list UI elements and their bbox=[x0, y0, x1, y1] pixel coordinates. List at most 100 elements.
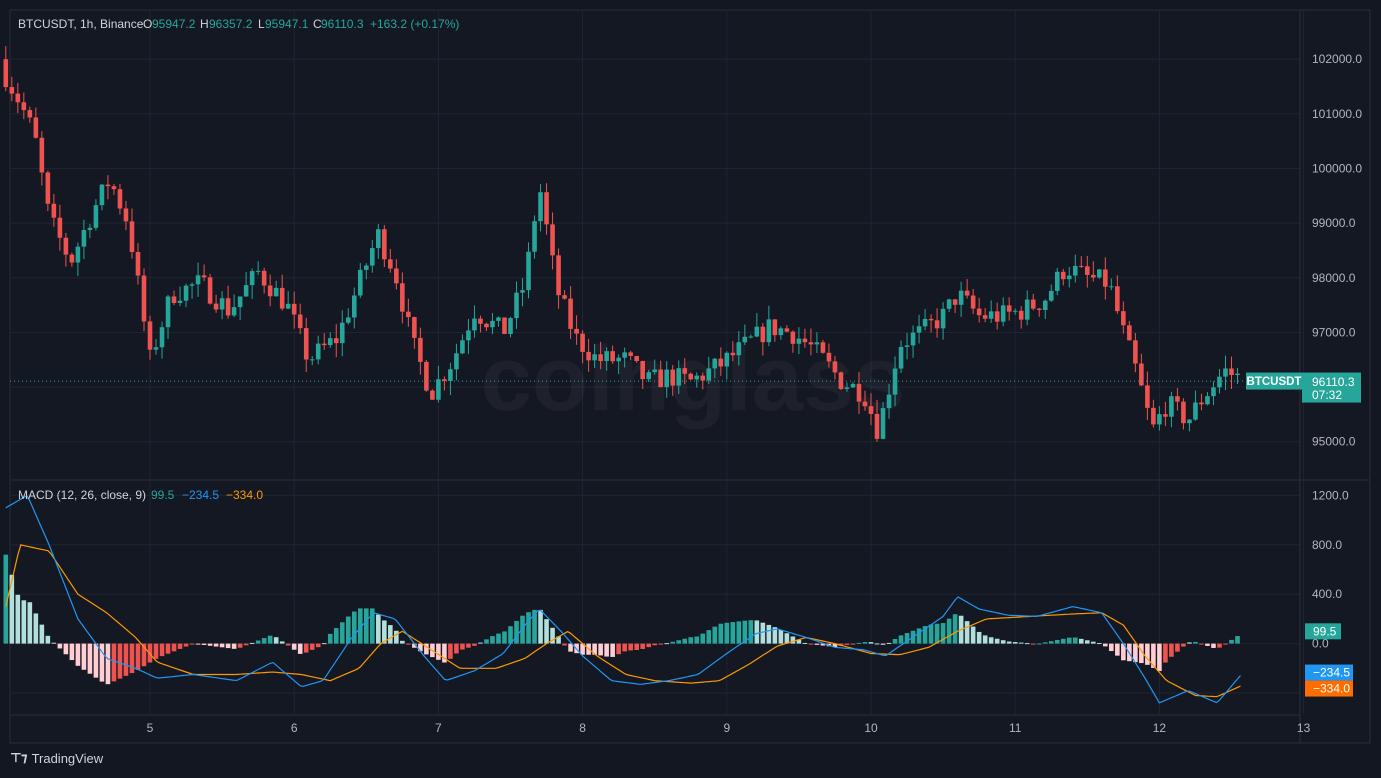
candle-body bbox=[724, 352, 730, 367]
macd-hist-bar bbox=[784, 633, 790, 644]
macd-hist-bar bbox=[934, 623, 940, 644]
macd-hist-bar bbox=[21, 600, 27, 644]
macd-hist-bar bbox=[1169, 643, 1174, 657]
macd-hist-bar bbox=[670, 641, 676, 644]
price-tick-label: 99000.0 bbox=[1312, 216, 1356, 230]
candle-body bbox=[466, 330, 471, 341]
candle-body bbox=[1223, 368, 1228, 377]
candle-body bbox=[1109, 286, 1114, 288]
candle-body bbox=[910, 332, 916, 346]
macd-hist-bar bbox=[694, 636, 700, 644]
candle-body bbox=[1018, 310, 1024, 320]
candle-body bbox=[1205, 396, 1210, 405]
candle-body bbox=[27, 110, 33, 118]
macd-hist-bar bbox=[1235, 636, 1240, 644]
candle-body bbox=[598, 354, 603, 362]
candle-body bbox=[1012, 310, 1018, 312]
candle-body bbox=[51, 203, 57, 218]
macd-signal-value: −334.0 bbox=[226, 488, 263, 502]
macd-hist-bar bbox=[63, 643, 69, 655]
macd-hist-bar bbox=[1036, 643, 1042, 645]
candle-body bbox=[580, 333, 585, 352]
macd-hist-bar bbox=[964, 621, 970, 644]
time-tick-label: 5 bbox=[147, 721, 154, 735]
macd-title[interactable]: MACD (12, 26, close, 9) bbox=[18, 488, 146, 502]
candle-body bbox=[454, 353, 459, 370]
candle-body bbox=[1217, 376, 1222, 388]
macd-hist-bar bbox=[243, 643, 249, 646]
macd-hist-bar bbox=[1078, 638, 1084, 644]
macd-hist-bar bbox=[1066, 637, 1072, 644]
candle-body bbox=[586, 351, 591, 361]
candle-body bbox=[472, 318, 477, 331]
candle-body bbox=[418, 337, 423, 362]
candle-body bbox=[394, 268, 399, 284]
macd-hist-bar bbox=[1048, 641, 1054, 644]
macd-hist-bar bbox=[514, 620, 519, 644]
candle-body bbox=[1187, 419, 1192, 424]
macd-hist-bar bbox=[766, 624, 772, 644]
candle-body bbox=[1085, 266, 1090, 275]
candle-body bbox=[970, 295, 976, 309]
candle-body bbox=[982, 315, 988, 319]
candle-body bbox=[1000, 305, 1006, 322]
low-value: 95947.1 bbox=[265, 17, 309, 31]
macd-hist-bar bbox=[75, 643, 81, 666]
macd-hist-bar bbox=[207, 643, 213, 646]
candle-body bbox=[844, 387, 850, 389]
macd-hist-bar bbox=[1006, 641, 1012, 644]
macd-hist-bar bbox=[646, 643, 651, 648]
macd-hist-bar bbox=[598, 643, 603, 656]
macd-hist-bar bbox=[195, 643, 201, 645]
candle-body bbox=[976, 308, 982, 316]
macd-hist-bar bbox=[285, 643, 291, 646]
tradingview-footer[interactable]: ⊤⁊ TradingView bbox=[10, 750, 103, 766]
time-tick-label: 7 bbox=[435, 721, 442, 735]
macd-hist-bar bbox=[51, 642, 57, 644]
candle-body bbox=[526, 251, 531, 291]
macd-hist-bar bbox=[808, 643, 814, 645]
macd-hist-bar bbox=[111, 643, 117, 682]
candle-body bbox=[297, 314, 303, 329]
macd-hist-bar bbox=[1072, 637, 1078, 644]
macd-legend[interactable]: MACD (12, 26, close, 9) 99.5 −234.5 −334… bbox=[18, 488, 263, 502]
macd-hist-bar bbox=[892, 638, 898, 644]
candle-body bbox=[484, 323, 489, 328]
hist-badge-value: 99.5 bbox=[1313, 624, 1337, 638]
candle-body bbox=[760, 326, 766, 343]
candle-body bbox=[370, 248, 375, 266]
macd-hist-bar bbox=[544, 619, 549, 644]
candle-body bbox=[388, 259, 393, 269]
candle-body bbox=[1157, 414, 1162, 425]
candle-body bbox=[556, 255, 561, 296]
ohlc-legend[interactable]: BTCUSDT, 1h, Binance O 95947.2 H 96357.2… bbox=[18, 17, 459, 31]
price-tick-label: 97000.0 bbox=[1312, 325, 1356, 339]
macd-hist-bar bbox=[700, 633, 706, 644]
macd-hist-bar bbox=[856, 642, 862, 644]
candle-body bbox=[1145, 385, 1150, 408]
candle-body bbox=[1097, 269, 1102, 278]
high-value: 96357.2 bbox=[209, 17, 253, 31]
candle-body bbox=[742, 336, 748, 343]
macd-hist-bar bbox=[1024, 643, 1030, 645]
candle-body bbox=[640, 361, 645, 380]
symbol-title[interactable]: BTCUSDT, 1h, Binance bbox=[18, 17, 144, 31]
candle-body bbox=[880, 408, 886, 439]
candle-body bbox=[676, 368, 682, 386]
macd-hist-bar bbox=[658, 643, 664, 645]
candle-body bbox=[364, 265, 369, 270]
candle-body bbox=[339, 322, 345, 344]
candle-body bbox=[1193, 402, 1198, 420]
candle-body bbox=[99, 184, 105, 206]
time-tick-label: 11 bbox=[1009, 721, 1022, 735]
candle-body bbox=[916, 326, 922, 333]
price-tick-label: 95000.0 bbox=[1312, 435, 1356, 449]
macd-hist-bar bbox=[526, 612, 531, 644]
macd-hist-bar bbox=[400, 640, 405, 644]
candle-body bbox=[448, 369, 453, 381]
candle-body bbox=[63, 237, 69, 255]
candle-body bbox=[718, 358, 724, 367]
macd-tick-label: 1200.0 bbox=[1312, 488, 1349, 502]
candle-body bbox=[892, 368, 898, 395]
candle-body bbox=[712, 358, 718, 369]
